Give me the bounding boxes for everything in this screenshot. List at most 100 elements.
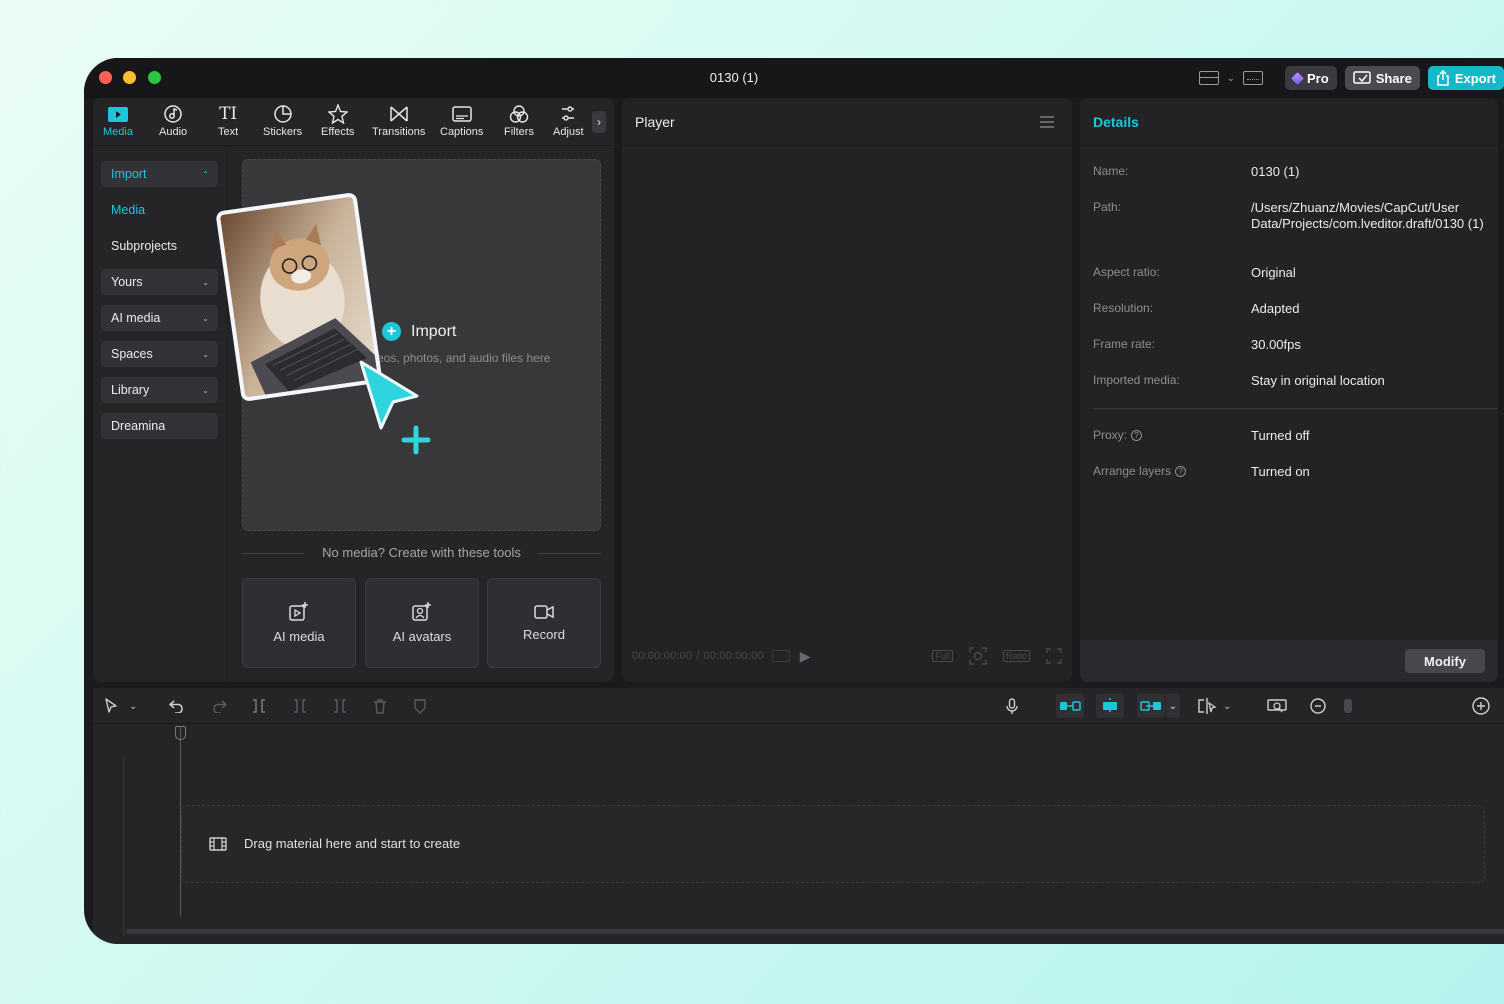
tab-media-label: Media [103, 126, 133, 138]
detail-value: 0130 (1) [1251, 164, 1300, 179]
layout-chevron-down-icon[interactable]: ⌄ [1227, 73, 1235, 84]
tab-filters[interactable]: Filters [504, 104, 534, 138]
sidebar-item-media[interactable]: Media [101, 197, 218, 223]
text-icon: TI [219, 104, 238, 124]
help-icon[interactable]: ? [1131, 430, 1143, 442]
detail-value: Turned off [1251, 428, 1310, 443]
zoom-to-fit-timeline-icon[interactable] [1267, 697, 1287, 715]
transitions-icon [389, 106, 408, 122]
full-quality-button[interactable]: Full [932, 650, 953, 662]
ai-avatars-tool-card[interactable]: AI avatars [365, 578, 479, 668]
ai-media-tool-card[interactable]: AI media [242, 578, 356, 668]
record-tool-card[interactable]: Record [487, 578, 601, 668]
playhead-handle[interactable] [175, 726, 186, 740]
play-icon[interactable]: ▶ [800, 648, 811, 665]
sidebar-item-ai-media-label: AI media [111, 311, 161, 325]
sidebar-item-import[interactable]: Import ⌃ [101, 161, 218, 187]
sidebar-item-subprojects-label: Subprojects [111, 239, 178, 253]
detail-label: Aspect ratio: [1093, 265, 1160, 279]
export-button[interactable]: Export [1427, 66, 1504, 90]
modify-button[interactable]: Modify [1405, 649, 1485, 673]
tab-captions[interactable]: Captions [440, 104, 483, 138]
audio-icon [164, 105, 182, 123]
sidebar-item-ai-media[interactable]: AI media ⌄ [101, 305, 218, 331]
zoom-in-icon[interactable] [1472, 697, 1490, 715]
select-cursor-icon[interactable] [104, 697, 118, 715]
tab-media[interactable]: Media [103, 104, 133, 138]
layout-icon[interactable] [1198, 71, 1219, 85]
split-icon[interactable] [251, 697, 267, 715]
help-icon[interactable]: ? [1175, 466, 1187, 478]
detail-value: Adapted [1251, 301, 1300, 316]
fullscreen-icon[interactable] [1046, 648, 1062, 664]
trim-right-icon[interactable] [332, 697, 348, 715]
pro-button[interactable]: Pro [1285, 66, 1337, 90]
tab-adjust[interactable]: Adjust [553, 104, 584, 138]
detail-label: Imported media: [1093, 373, 1180, 387]
tab-filters-label: Filters [504, 126, 534, 138]
sticker-icon [273, 105, 292, 123]
timeline-horizontal-scrollbar[interactable] [126, 929, 1504, 934]
preview-axis-icon[interactable] [1197, 697, 1217, 715]
media-sidebar: Import ⌃ Media Subprojects Yours ⌄ AI me… [93, 146, 228, 682]
tab-transitions[interactable]: Transitions [372, 104, 425, 138]
main-track-magnet-icon[interactable] [1056, 694, 1084, 718]
linkage-icon[interactable] [1137, 694, 1165, 718]
chevron-down-icon: ⌄ [202, 313, 209, 323]
chevron-up-icon: ⌃ [202, 169, 209, 179]
auto-snap-icon[interactable] [1096, 694, 1124, 718]
detail-value: Turned on [1251, 464, 1310, 479]
sidebar-item-spaces[interactable]: Spaces ⌄ [101, 341, 218, 367]
details-divider [1093, 408, 1498, 409]
keyboard-shortcuts-icon[interactable] [1243, 71, 1264, 85]
preview-axis-chevron-down-icon[interactable]: ⌄ [1223, 697, 1231, 715]
sidebar-item-spaces-label: Spaces [111, 347, 153, 361]
tab-audio[interactable]: Audio [159, 104, 187, 138]
select-mode-chevron-down-icon[interactable]: ⌄ [129, 697, 137, 715]
sidebar-item-dreamina[interactable]: Dreamina [101, 413, 218, 439]
timeline-drop-hint: Drag material here and start to create [244, 836, 461, 851]
player-header: Player [622, 98, 1072, 146]
player-panel: Player 00:00:00:00 / 00:00:00:00 ▶ Full … [622, 98, 1072, 682]
ai-media-icon [289, 602, 308, 621]
title-bar: 0130 (1) ⌄ Pro Share Export [84, 58, 1504, 98]
delete-trash-icon[interactable] [373, 697, 387, 715]
sidebar-item-subprojects[interactable]: Subprojects [101, 233, 218, 259]
asset-toolbar: Media Audio TI Text Stickers Effects Tra… [93, 98, 614, 146]
tab-stickers[interactable]: Stickers [263, 104, 302, 138]
share-label: Share [1375, 70, 1412, 86]
zoom-out-icon[interactable] [1310, 697, 1326, 715]
sidebar-item-yours[interactable]: Yours ⌄ [101, 269, 218, 295]
tab-adjust-label: Adjust [553, 126, 584, 138]
timeline-panel: ⌄ ⌄ ⌄ Drag material here and start to cr… [93, 688, 1504, 944]
zoom-fit-icon[interactable] [969, 647, 987, 665]
chevron-down-icon: ⌄ [202, 349, 209, 359]
detail-label: Arrange layers [1093, 464, 1172, 478]
microphone-icon[interactable] [1006, 697, 1018, 715]
share-screen-icon [1352, 71, 1371, 84]
trim-left-icon[interactable] [292, 697, 308, 715]
linkage-chevron-down-icon[interactable]: ⌄ [1166, 694, 1180, 718]
share-button[interactable]: Share [1344, 66, 1420, 90]
redo-icon[interactable] [211, 697, 227, 715]
pro-label: Pro [1307, 70, 1329, 86]
detail-value: 30.00fps [1251, 337, 1301, 352]
details-title: Details [1093, 114, 1139, 130]
ai-avatars-label: AI avatars [392, 629, 452, 644]
timeline-drop-area[interactable]: Drag material here and start to create [181, 805, 1485, 883]
more-tabs-chevron-right-icon[interactable]: › [592, 111, 606, 133]
player-menu-icon[interactable] [1040, 116, 1054, 131]
details-header: Details [1080, 98, 1498, 146]
record-label: Record [523, 626, 565, 642]
undo-icon[interactable] [169, 697, 185, 715]
marker-shield-icon[interactable] [414, 697, 426, 715]
frame-format-icon[interactable] [771, 650, 790, 662]
tab-effects[interactable]: Effects [321, 104, 354, 138]
ratio-button[interactable]: Ratio [1002, 650, 1030, 662]
export-label: Export [1454, 70, 1496, 86]
tab-text[interactable]: TI Text [218, 104, 238, 138]
import-label: Import [411, 322, 457, 340]
sidebar-item-library[interactable]: Library ⌄ [101, 377, 218, 403]
zoom-slider-handle[interactable] [1344, 697, 1352, 715]
import-button[interactable]: + Import [382, 322, 456, 341]
